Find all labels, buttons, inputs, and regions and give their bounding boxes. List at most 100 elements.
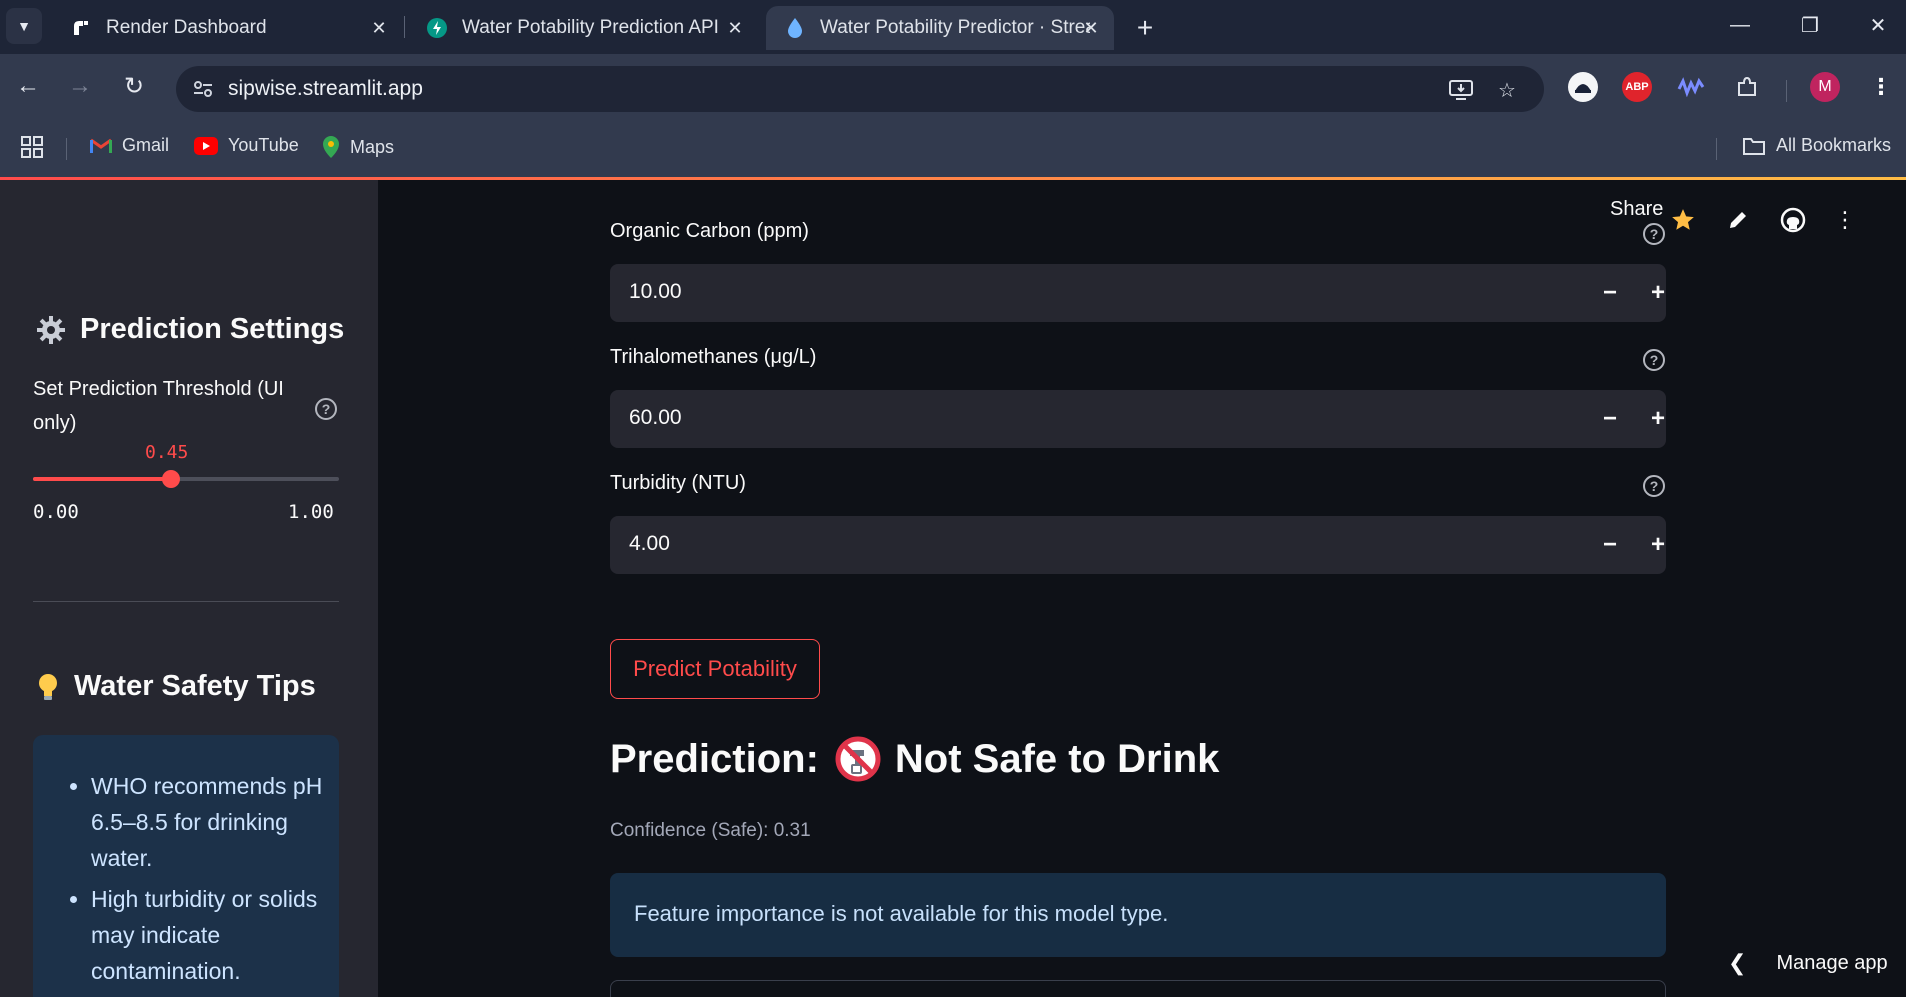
organic-carbon-input[interactable]: 10.00 − +: [610, 264, 1666, 324]
prediction-heading: Prediction: Not Safe to Drink: [610, 736, 1219, 782]
prediction-result: Not Safe to Drink: [894, 736, 1220, 781]
reload-icon[interactable]: ↻: [114, 66, 154, 106]
browser-tab-api[interactable]: Water Potability Prediction API ✕: [408, 6, 758, 50]
slider-handle[interactable]: [161, 470, 180, 488]
back-icon[interactable]: ←: [8, 66, 48, 106]
decrement-button[interactable]: −: [1592, 402, 1628, 436]
manage-app-button[interactable]: ❮ Manage app: [1728, 950, 1888, 976]
app-menu-icon[interactable]: ⋮: [1830, 205, 1860, 235]
browser-toolbar: ← → ↻ sipwise.streamlit.app ☆ ABP M ⋮ Gm…: [0, 54, 1906, 180]
maps-icon: [322, 135, 340, 159]
threshold-label: Set Prediction Threshold (UI only): [33, 378, 284, 434]
close-icon[interactable]: ✕: [366, 15, 392, 41]
forward-icon[interactable]: →: [60, 66, 100, 106]
install-app-icon[interactable]: [1446, 76, 1476, 104]
help-icon[interactable]: ?: [1643, 475, 1665, 497]
bookmark-star-icon[interactable]: ☆: [1492, 76, 1522, 104]
lightbulb-icon: [36, 672, 60, 702]
browser-tab-streamlit[interactable]: Water Potability Predictor · Streamlit ✕: [766, 6, 1114, 50]
slider-fill: [33, 477, 171, 481]
window-close-icon[interactable]: ✕: [1858, 10, 1898, 40]
list-item: High turbidity or solids may indicate co…: [91, 881, 331, 989]
folder-icon: [1742, 136, 1766, 156]
water-safety-tips-heading: Water Safety Tips: [36, 670, 316, 703]
feature-importance-info: Feature importance is not available for …: [610, 873, 1666, 957]
decrement-button[interactable]: −: [1592, 528, 1628, 562]
main-content: Share ⋮ Organic Carbon (ppm) ? 10.00 − +…: [378, 180, 1906, 997]
gmail-icon: [90, 138, 112, 154]
help-icon[interactable]: ?: [1643, 223, 1665, 245]
threshold-slider[interactable]: [33, 470, 339, 488]
restore-icon[interactable]: ❐: [1790, 10, 1830, 40]
organic-carbon-label: Organic Carbon (ppm): [610, 220, 809, 242]
turbidity-label: Turbidity (NTU): [610, 472, 746, 494]
input-underline: [610, 448, 1570, 450]
increment-button[interactable]: +: [1640, 528, 1676, 562]
tab-title: Water Potability Predictor · Streamlit: [820, 17, 1090, 38]
puzzle-icon[interactable]: [1732, 72, 1762, 102]
bookmark-gmail[interactable]: Gmail: [90, 135, 169, 156]
input-underline: [610, 574, 1570, 576]
sidebar: Prediction Settings Set Prediction Thres…: [0, 180, 378, 997]
close-icon[interactable]: ✕: [722, 15, 748, 41]
input-value: 10.00: [629, 280, 682, 303]
manage-app-label: Manage app: [1776, 951, 1888, 974]
new-tab-button[interactable]: +: [1129, 12, 1161, 44]
browser-menu-icon[interactable]: ⋮: [1866, 72, 1896, 102]
youtube-icon: [194, 136, 218, 155]
gear-icon: [36, 315, 66, 345]
bookmark-label: Maps: [350, 136, 395, 157]
increment-button[interactable]: +: [1640, 276, 1676, 310]
next-section-container: [610, 980, 1666, 997]
heading-text: Prediction Settings: [80, 313, 345, 345]
site-settings-icon[interactable]: [190, 76, 216, 102]
input-value: 4.00: [629, 532, 670, 555]
help-icon[interactable]: ?: [1643, 349, 1665, 371]
tab-separator: [404, 16, 405, 38]
slider-max-label: 1.00: [288, 501, 334, 523]
apps-grid-icon[interactable]: [20, 135, 44, 159]
threshold-value: 0.45: [145, 442, 189, 463]
minimize-icon[interactable]: —: [1720, 10, 1760, 40]
tab-title: Water Potability Prediction API: [462, 17, 719, 38]
star-icon[interactable]: [1668, 205, 1698, 235]
turbidity-input[interactable]: 4.00 − +: [610, 516, 1666, 576]
github-icon[interactable]: [1778, 205, 1808, 235]
profile-avatar[interactable]: M: [1810, 72, 1840, 102]
tab-search-button[interactable]: ▼: [6, 8, 42, 44]
increment-button[interactable]: +: [1640, 402, 1676, 436]
bookmark-maps[interactable]: Maps: [322, 135, 394, 159]
render-icon: [70, 17, 92, 39]
trihalomethanes-input[interactable]: 60.00 − +: [610, 390, 1666, 450]
ghost-icon[interactable]: [1568, 72, 1598, 102]
url-text: sipwise.streamlit.app: [228, 77, 423, 100]
prediction-settings-heading: Prediction Settings: [36, 313, 344, 346]
abp-icon[interactable]: ABP: [1622, 72, 1652, 102]
slider-min-label: 0.00: [33, 501, 79, 523]
browser-tab-render[interactable]: Render Dashboard ✕: [52, 6, 402, 50]
fastapi-icon: [426, 17, 448, 39]
share-button[interactable]: Share: [1610, 198, 1663, 221]
wave-icon[interactable]: [1676, 72, 1706, 102]
droplet-icon: [784, 17, 806, 39]
help-icon[interactable]: ?: [315, 398, 337, 420]
tips-list: WHO recommends pH 6.5–8.5 for drinking w…: [91, 768, 331, 994]
all-bookmarks-button[interactable]: All Bookmarks: [1742, 135, 1891, 156]
predict-potability-button[interactable]: Predict Potability: [610, 639, 820, 699]
bookmark-separator: [1716, 138, 1717, 160]
tips-info-box: WHO recommends pH 6.5–8.5 for drinking w…: [33, 735, 339, 997]
info-message: Feature importance is not available for …: [634, 901, 1169, 926]
address-bar[interactable]: sipwise.streamlit.app ☆: [176, 66, 1544, 112]
decrement-button[interactable]: −: [1592, 276, 1628, 310]
chevron-left-icon: ❮: [1728, 950, 1747, 975]
close-icon[interactable]: ✕: [1078, 15, 1104, 41]
prediction-prefix: Prediction:: [610, 736, 819, 781]
edit-icon[interactable]: [1723, 205, 1753, 235]
browser-tab-strip: ▼ Render Dashboard ✕ Water Potability Pr…: [0, 0, 1906, 54]
trihalomethanes-label: Trihalomethanes (μg/L): [610, 346, 817, 368]
heading-text: Water Safety Tips: [74, 670, 316, 702]
bookmark-label: Gmail: [122, 135, 170, 155]
non-potable-water-icon: [835, 736, 881, 782]
bookmark-label: YouTube: [228, 135, 299, 155]
bookmark-youtube[interactable]: YouTube: [194, 135, 299, 156]
